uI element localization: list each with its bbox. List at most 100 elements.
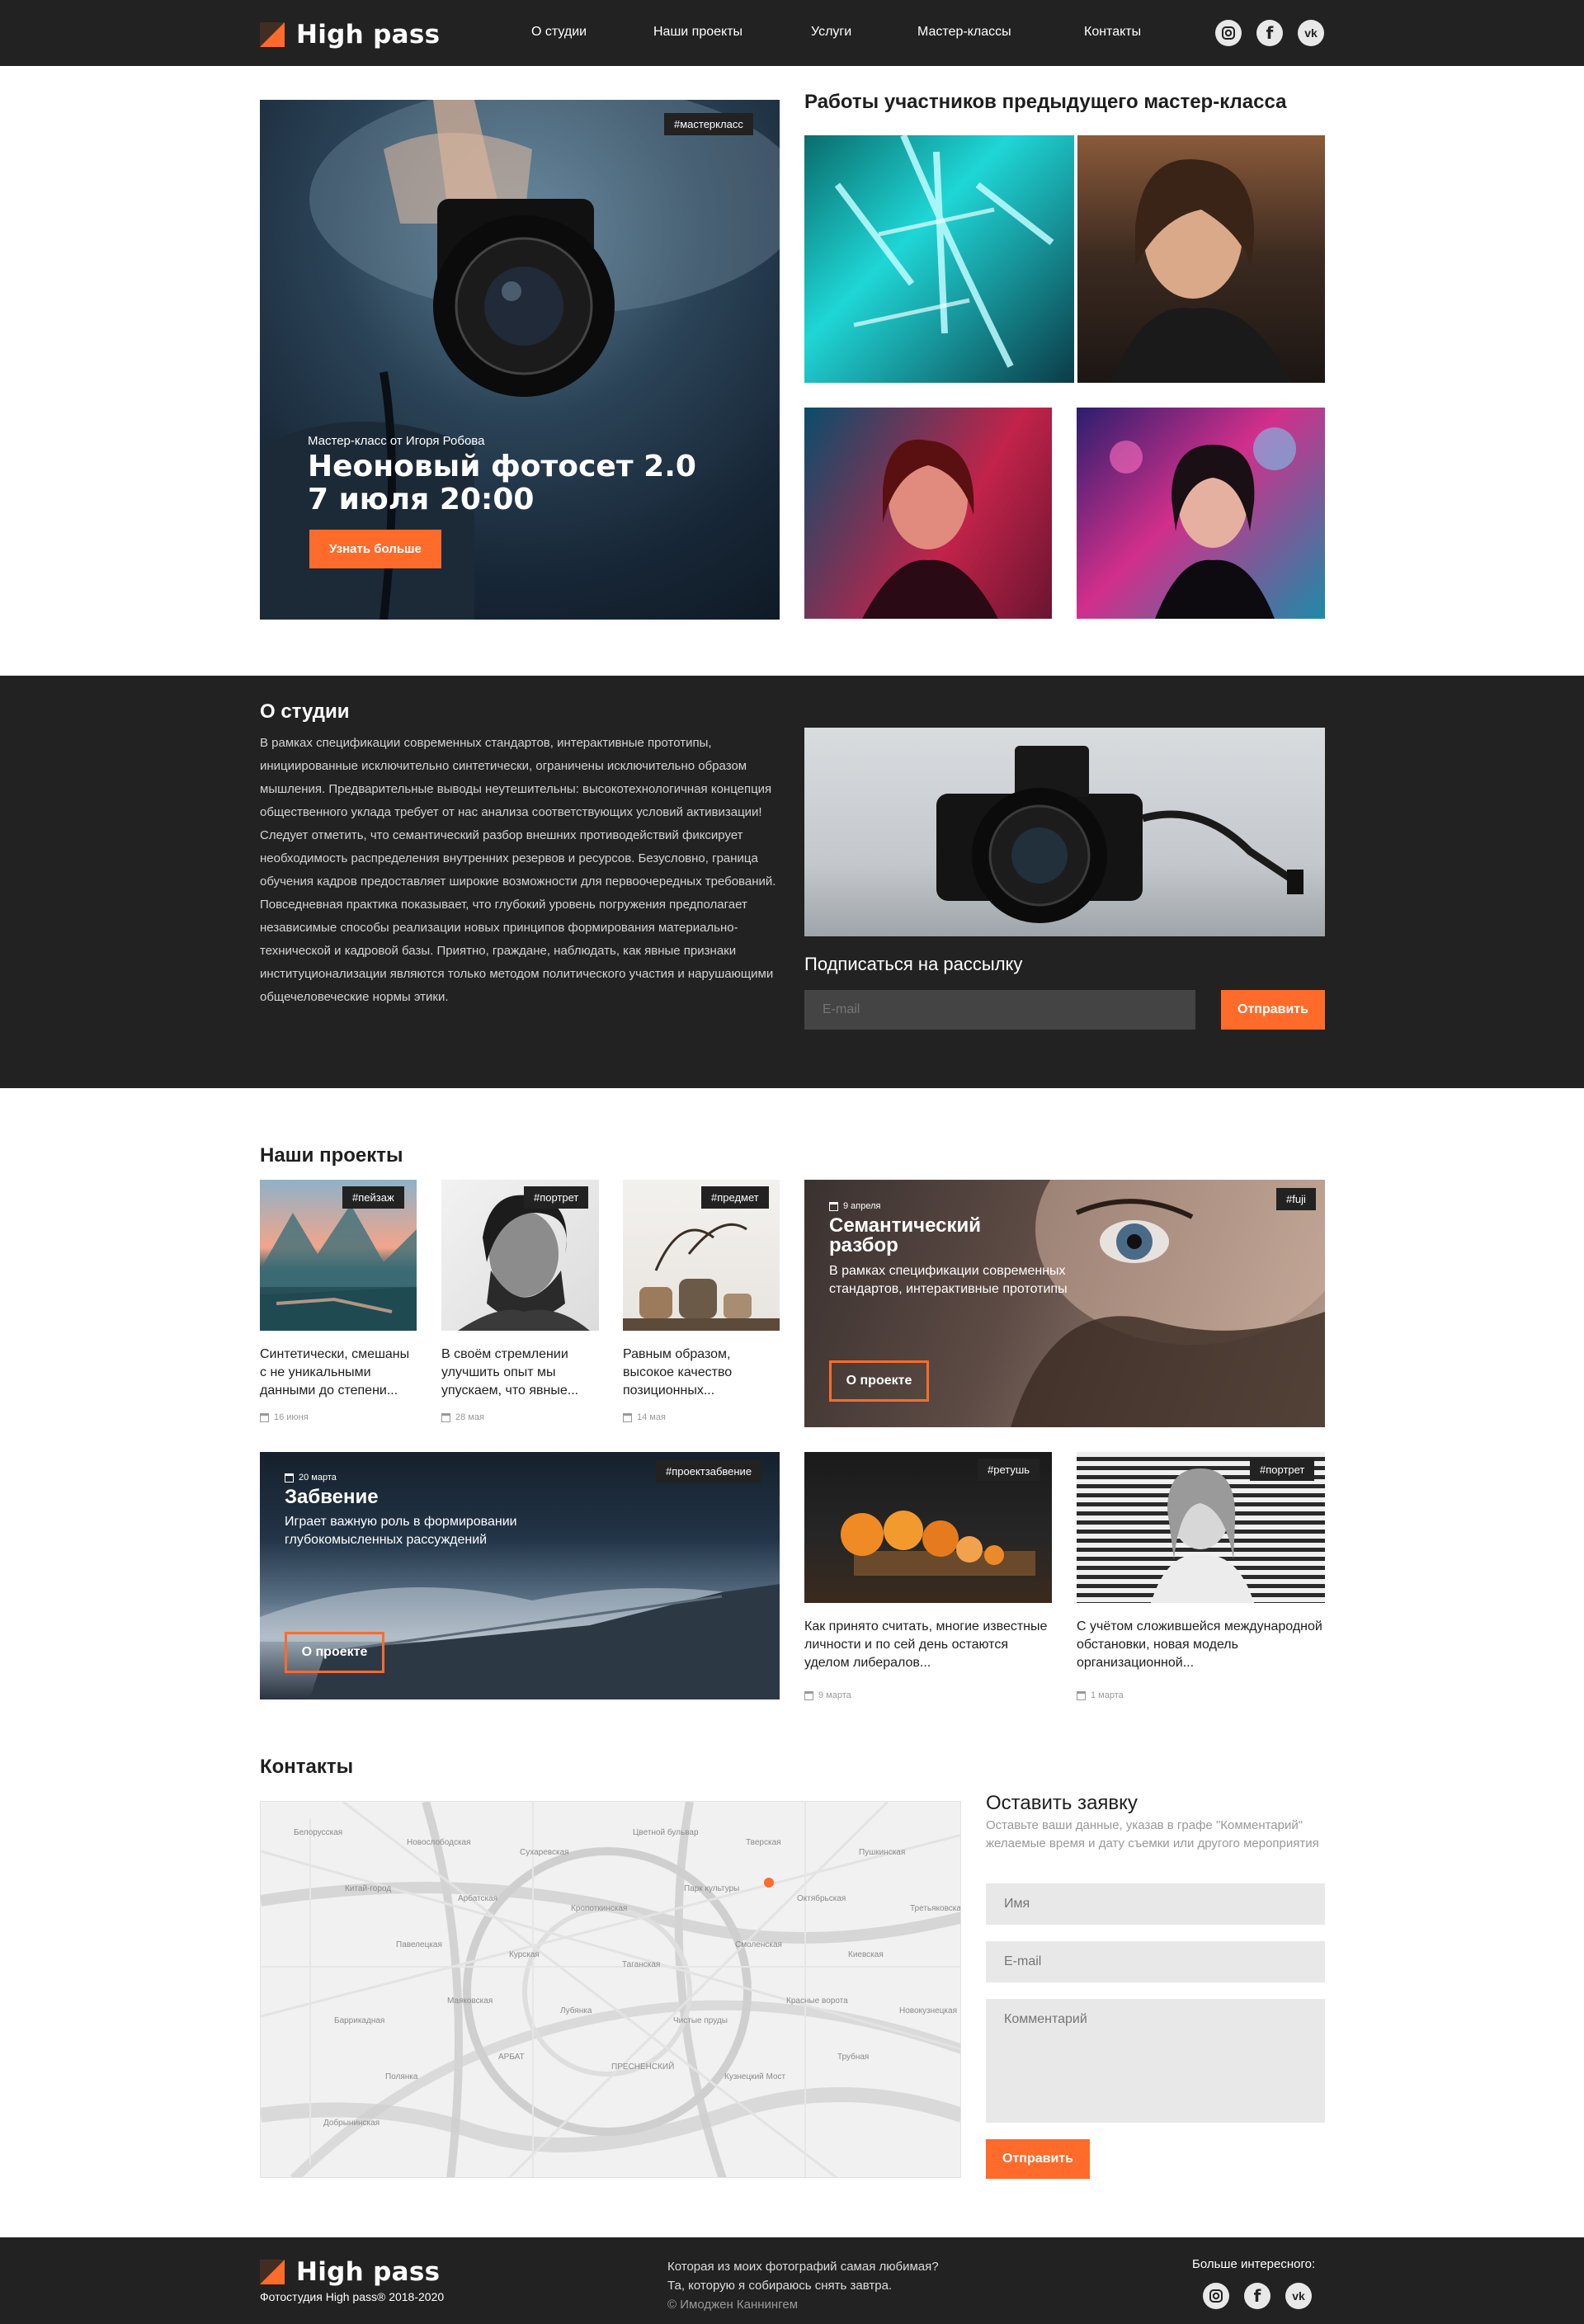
vk-icon[interactable]: vk <box>1285 2283 1312 2309</box>
logo-mark-icon <box>260 2260 285 2284</box>
project-card-date-text: 1 марта <box>1091 1690 1124 1700</box>
form-title: Оставить заявку <box>986 1792 1138 1814</box>
project-card-tag[interactable]: #портрет <box>1250 1459 1315 1481</box>
project-feature-button[interactable]: О проекте <box>285 1632 384 1673</box>
project-card-tag[interactable]: #портрет <box>524 1186 589 1209</box>
instagram-icon[interactable] <box>1215 20 1242 46</box>
project-feature-text: В рамках спецификации современных станда… <box>829 1264 1068 1296</box>
about-section: О студии В рамках спецификации современн… <box>0 676 1584 1088</box>
hero-title-line2: 7 июля 20:00 <box>308 483 535 516</box>
subscribe-submit-button[interactable]: Отправить <box>1221 990 1325 1030</box>
project-card-text: Равным образом, высокое качество позицио… <box>623 1347 733 1398</box>
subscribe-email-input[interactable] <box>804 990 1195 1030</box>
logo[interactable]: High pass <box>260 20 440 49</box>
map-label: ПРЕСНЕНСКИЙ <box>611 2061 674 2072</box>
project-card-tag[interactable]: #пейзаж <box>342 1186 404 1209</box>
map-label: Октябрьская <box>797 1893 846 1903</box>
project-feature-tag[interactable]: #fuji <box>1276 1188 1316 1210</box>
footer-quote-author: © Имоджен Каннингем <box>667 2298 799 2312</box>
comment-textarea[interactable] <box>986 1999 1325 2123</box>
project-card-date-text: 16 июня <box>274 1412 309 1422</box>
page: High pass О студии Наши проекты Услуги М… <box>0 0 1584 2324</box>
hero-title: Неоновый фотосет 2.0 7 июля 20:00 <box>308 450 696 516</box>
facebook-icon[interactable]: f <box>1256 20 1283 46</box>
contacts-map[interactable]: Белорусская Новослободская Сухаревская Цвет… <box>260 1801 961 2178</box>
logo-mark-icon <box>260 22 285 47</box>
contact-submit-button[interactable]: Отправить <box>986 2139 1090 2179</box>
map-label: Лубянка <box>560 2006 592 2015</box>
project-feature-text: Играет важную роль в формировании глубок… <box>285 1515 517 1547</box>
project-card-image-retouch[interactable]: #ретушь <box>804 1452 1052 1603</box>
calendar-icon <box>285 1473 294 1483</box>
calendar-icon <box>829 1201 838 1211</box>
project-card-text: В своём стремлении улучшить опыт мы упус… <box>441 1347 579 1398</box>
project-card-date: 9 марта <box>804 1690 851 1700</box>
project-feature-tag[interactable]: #проектзабвение <box>656 1460 762 1483</box>
map-label: Кропоткинская <box>571 1904 627 1913</box>
project-feature-button[interactable]: О проекте <box>829 1360 929 1402</box>
project-card-date: 1 марта <box>1077 1690 1124 1700</box>
project-card-tag[interactable]: #предмет <box>701 1186 769 1209</box>
project-card-text: Синтетически, смешаны с не уникальными д… <box>260 1347 410 1398</box>
project-card-image-portrait[interactable]: #портрет <box>441 1180 599 1331</box>
map-label: Полянка <box>385 2072 418 2081</box>
project-feature-title-line2: разбор <box>829 1234 898 1256</box>
work-image-red[interactable] <box>804 408 1052 619</box>
work-image-neon[interactable] <box>804 135 1074 383</box>
map-label: АРБАТ <box>498 2053 525 2062</box>
footer-copyright: Фотостудия High pass® 2018-2020 <box>260 2290 445 2303</box>
map-label: Новослободская <box>407 1837 471 1847</box>
hero-banner: #мастеркласс Мастер-класс от Игоря Робов… <box>260 100 780 620</box>
project-card-date: 28 мая <box>441 1412 484 1422</box>
calendar-icon <box>804 1690 813 1700</box>
project-card-image-portrait-stripes[interactable]: #портрет <box>1077 1452 1325 1603</box>
hero-tag[interactable]: #мастеркласс <box>664 113 753 135</box>
footer-logo[interactable]: High pass <box>260 2257 440 2287</box>
nav-contacts[interactable]: Контакты <box>1084 25 1141 40</box>
map-label: Цветной бульвар <box>633 1827 699 1837</box>
work-image-pink[interactable] <box>1077 408 1325 619</box>
site-header: High pass О студии Наши проекты Услуги М… <box>0 0 1584 66</box>
project-card-tag[interactable]: #ретушь <box>978 1459 1040 1481</box>
works-title: Работы участников предыдущего мастер-кла… <box>804 91 1287 113</box>
contact-email-input[interactable] <box>986 1941 1325 1982</box>
calendar-icon <box>260 1412 269 1422</box>
project-feature-semantic[interactable]: #fuji 9 апреля Семантический разбор В ра… <box>804 1180 1325 1427</box>
map-label: Сухаревская <box>520 1848 569 1857</box>
about-text: В рамках спецификации современных станда… <box>260 736 776 1004</box>
vk-icon[interactable]: vk <box>1298 20 1324 46</box>
instagram-icon[interactable] <box>1203 2283 1229 2309</box>
hero-subtitle: Мастер-класс от Игоря Робова <box>308 434 485 448</box>
map-streets: Белорусская Новослободская Сухаревская Цвет… <box>261 1802 960 2177</box>
nav-masterclasses[interactable]: Мастер-классы <box>917 25 1011 40</box>
logo-text: High pass <box>296 20 441 49</box>
project-feature-title: Семантический разбор <box>829 1216 981 1256</box>
work-image-woman[interactable] <box>1077 135 1325 383</box>
map-label: Тверская <box>746 1838 781 1847</box>
map-label: Баррикадная <box>334 2016 384 2025</box>
subscribe-title: Подписаться на рассылку <box>804 954 1023 974</box>
map-label: Добрынинская <box>323 2118 380 2128</box>
name-input[interactable] <box>986 1883 1325 1925</box>
footer-quote-line1: Которая из моих фотографий самая любимая… <box>667 2260 939 2274</box>
map-label: Парк культуры <box>684 1884 739 1893</box>
project-card-text: Как принято считать, многие известные ли… <box>804 1619 1048 1670</box>
facebook-icon[interactable]: f <box>1244 2283 1270 2309</box>
project-card-image-object[interactable]: #предмет <box>623 1180 780 1331</box>
map-label: Пушкинская <box>859 1848 905 1857</box>
nav-about[interactable]: О студии <box>531 25 587 40</box>
nav-projects[interactable]: Наши проекты <box>653 25 742 40</box>
project-card-image-landscape[interactable]: #пейзаж <box>260 1180 417 1331</box>
project-feature-date: 20 марта <box>285 1473 337 1483</box>
learn-more-button[interactable]: Узнать больше <box>309 530 441 568</box>
project-feature-date-text: 9 апреля <box>843 1201 881 1211</box>
project-card-date: 16 июня <box>260 1412 309 1422</box>
project-feature-oblivion[interactable]: #проектзабвение 20 марта Забвение Играет… <box>260 1452 780 1699</box>
contacts-title: Контакты <box>260 1756 354 1778</box>
calendar-icon <box>441 1412 450 1422</box>
map-label: Курская <box>509 1950 540 1959</box>
map-label: Таганская <box>622 1960 660 1969</box>
nav-services[interactable]: Услуги <box>811 25 851 40</box>
footer-quote: Которая из моих фотографий самая любимая… <box>667 2257 939 2314</box>
map-label: Павелецкая <box>396 1940 442 1949</box>
